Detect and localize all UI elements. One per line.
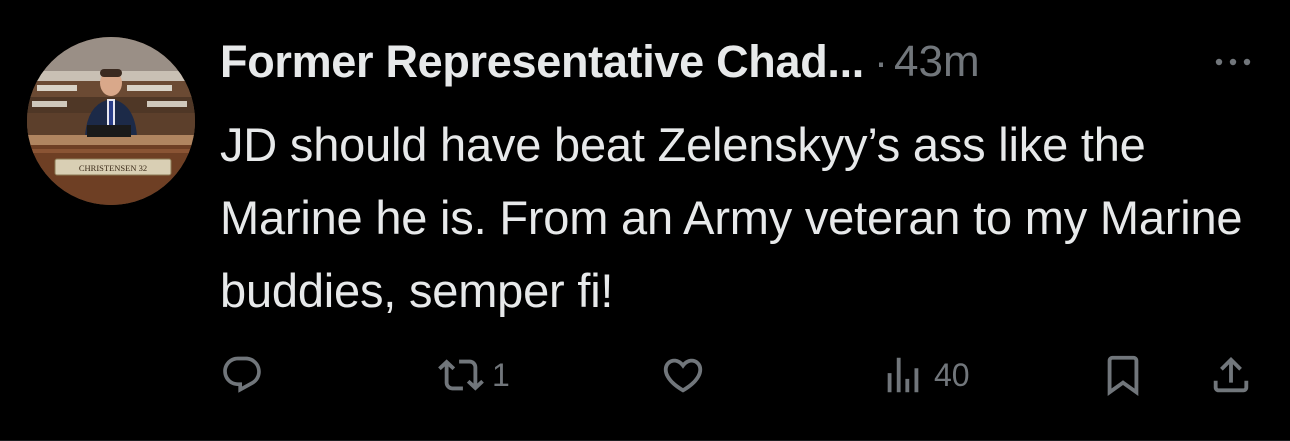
- like-button[interactable]: [660, 345, 714, 405]
- tweet[interactable]: CHRISTENSEN 32 Former Representative Cha…: [0, 0, 1290, 441]
- reply-icon: [223, 356, 261, 393]
- more-icon: [1215, 58, 1251, 66]
- views-icon: [887, 357, 919, 393]
- action-bar: 1 40: [0, 345, 1290, 405]
- tweet-text: JD should have beat Zelenskyy’s ass like…: [220, 118, 1243, 317]
- retweet-button[interactable]: 1: [438, 345, 510, 405]
- retweet-count: 1: [492, 356, 510, 393]
- bookmark-button[interactable]: [1100, 345, 1146, 405]
- share-icon: [1213, 356, 1249, 393]
- retweet-icon: [438, 359, 484, 391]
- views-count: 40: [934, 356, 970, 393]
- share-button[interactable]: [1208, 345, 1254, 405]
- more-options-button[interactable]: [1208, 42, 1258, 82]
- timestamp[interactable]: 43m: [894, 37, 980, 87]
- views-button[interactable]: 40: [880, 345, 970, 405]
- separator-dot: ·: [874, 38, 888, 85]
- reply-button[interactable]: [220, 345, 272, 405]
- bookmark-icon: [1107, 355, 1139, 396]
- author-name[interactable]: Former Representative Chad...: [220, 36, 864, 88]
- heart-icon: [663, 358, 703, 393]
- tweet-header: Former Representative Chad... · 43m: [220, 32, 980, 92]
- avatar-photo: CHRISTENSEN 32: [27, 37, 195, 205]
- nameplate-text: CHRISTENSEN 32: [79, 163, 147, 173]
- avatar[interactable]: CHRISTENSEN 32: [27, 37, 195, 205]
